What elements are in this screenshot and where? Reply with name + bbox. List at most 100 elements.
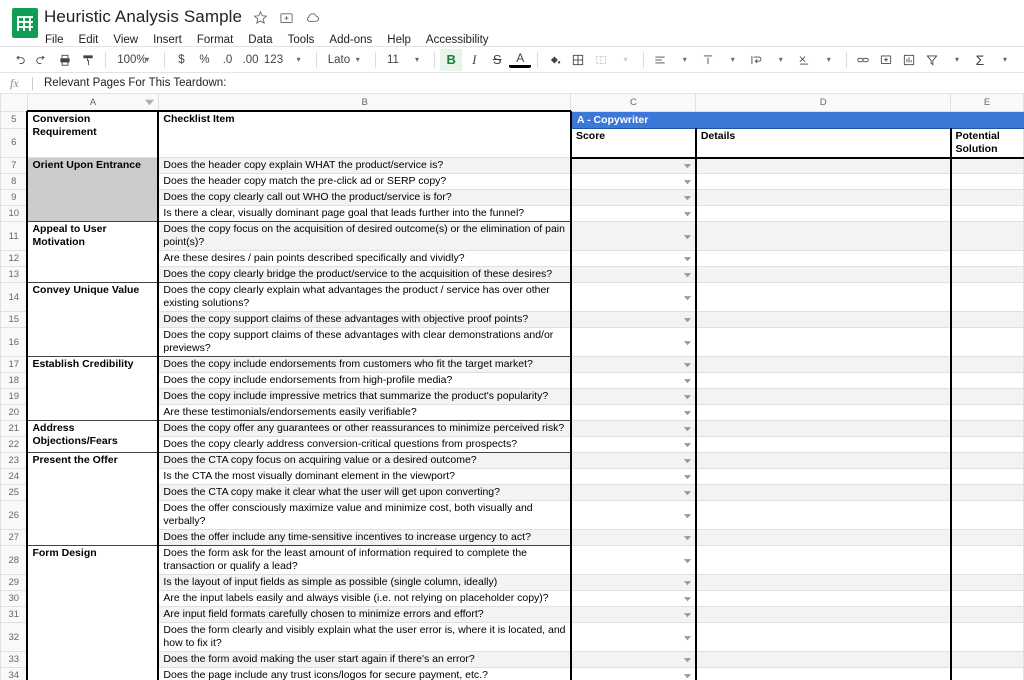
score-cell[interactable]	[570, 420, 697, 437]
menu-accessibility[interactable]: Accessibility	[425, 33, 490, 47]
menu-edit[interactable]: Edit	[78, 33, 100, 47]
table-row[interactable]: 17 Establish Credibility Does the copy i…	[0, 356, 1024, 421]
category-establish-credibility[interactable]: Establish Credibility	[26, 356, 160, 421]
score-cell[interactable]	[570, 189, 697, 206]
header-cell-checklist-item[interactable]: Checklist Item	[158, 110, 572, 158]
dropdown-arrow-icon[interactable]	[683, 360, 693, 370]
details-cell[interactable]	[695, 250, 952, 267]
currency-format-button[interactable]: $	[171, 49, 193, 71]
font-size-chevron-down-icon[interactable]: ▾	[406, 49, 428, 71]
row-header-28[interactable]: 28	[0, 545, 28, 575]
checklist-item[interactable]: Does the offer include any time-sensitiv…	[158, 529, 572, 546]
filter-icon[interactable]	[921, 49, 943, 71]
dropdown-arrow-icon[interactable]	[683, 193, 693, 203]
dropdown-arrow-icon[interactable]	[683, 655, 693, 665]
checklist-item[interactable]: Does the copy offer any guarantees or ot…	[158, 420, 572, 437]
checklist-item[interactable]: Does the copy include endorsements from …	[158, 356, 572, 373]
details-cell[interactable]	[695, 606, 952, 623]
score-cell[interactable]	[570, 452, 697, 469]
spreadsheet-grid[interactable]: A B C D E 5 Conversion Requirement Check…	[0, 94, 1024, 680]
details-cell[interactable]	[695, 420, 952, 437]
checklist-item[interactable]: Does the CTA copy make it clear what the…	[158, 484, 572, 501]
score-cell[interactable]	[570, 484, 697, 501]
checklist-item[interactable]: Does the CTA copy focus on acquiring val…	[158, 452, 572, 469]
checklist-item[interactable]: Are input field formats carefully chosen…	[158, 606, 572, 623]
score-cell[interactable]	[570, 667, 697, 680]
potential-solution-cell[interactable]	[950, 500, 1024, 530]
score-cell[interactable]	[570, 574, 697, 591]
potential-solution-cell[interactable]	[950, 545, 1024, 575]
checklist-item[interactable]: Does the copy clearly address conversion…	[158, 436, 572, 453]
potential-solution-cell[interactable]	[950, 651, 1024, 668]
font-family-select[interactable]: Lato	[322, 49, 350, 71]
chart-icon[interactable]	[898, 49, 920, 71]
column-header-d[interactable]: D	[695, 94, 951, 112]
dropdown-arrow-icon[interactable]	[683, 488, 693, 498]
checklist-item[interactable]: Is there a clear, visually dominant page…	[158, 205, 572, 222]
row-header-30[interactable]: 30	[0, 590, 28, 607]
undo-icon[interactable]	[8, 49, 30, 71]
details-cell[interactable]	[695, 221, 952, 251]
potential-solution-cell[interactable]	[950, 667, 1024, 680]
score-cell[interactable]	[570, 157, 697, 174]
score-cell[interactable]	[570, 266, 697, 283]
potential-solution-cell[interactable]	[950, 404, 1024, 421]
paint-format-icon[interactable]	[77, 49, 99, 71]
checklist-item[interactable]: Is the CTA the most visually dominant el…	[158, 468, 572, 485]
row-header-16[interactable]: 16	[0, 327, 28, 357]
details-cell[interactable]	[695, 500, 952, 530]
dropdown-arrow-icon[interactable]	[683, 555, 693, 565]
dropdown-arrow-icon[interactable]	[683, 177, 693, 187]
font-chevron-down-icon[interactable]: ▾	[347, 49, 369, 71]
details-cell[interactable]	[695, 388, 952, 405]
checklist-item[interactable]: Does the header copy match the pre-click…	[158, 173, 572, 190]
row-header-32[interactable]: 32	[0, 622, 28, 652]
row-header-34[interactable]: 34	[0, 667, 28, 680]
details-cell[interactable]	[695, 651, 952, 668]
table-row[interactable]: 21 Address Objections/Fears Does the cop…	[0, 420, 1024, 453]
details-cell[interactable]	[695, 667, 952, 680]
table-row[interactable]: 11 Appeal to User Motivation Does the co…	[0, 221, 1024, 283]
potential-solution-cell[interactable]	[950, 372, 1024, 389]
row-header-7[interactable]: 7	[0, 157, 28, 174]
details-cell[interactable]	[695, 356, 952, 373]
dropdown-arrow-icon[interactable]	[683, 209, 693, 219]
borders-icon[interactable]	[567, 49, 589, 71]
checklist-item[interactable]: Does the copy support claims of these ad…	[158, 311, 572, 328]
potential-solution-cell[interactable]	[950, 221, 1024, 251]
checklist-item[interactable]: Does the header copy explain WHAT the pr…	[158, 157, 572, 174]
text-rotation-icon[interactable]	[793, 49, 815, 71]
menu-data[interactable]: Data	[247, 33, 273, 47]
column-header-e[interactable]: E	[950, 94, 1024, 112]
checklist-item[interactable]: Does the page include any trust icons/lo…	[158, 667, 572, 680]
row-header-19[interactable]: 19	[0, 388, 28, 405]
rotation-chevron-down-icon[interactable]: ▾	[818, 49, 840, 71]
details-cell[interactable]	[695, 189, 952, 206]
header-cell-score[interactable]: Score	[570, 128, 697, 159]
table-row[interactable]: 5 Conversion Requirement Checklist Item …	[0, 110, 1024, 158]
potential-solution-cell[interactable]	[950, 250, 1024, 267]
details-cell[interactable]	[695, 282, 952, 312]
vertical-align-icon[interactable]	[697, 49, 719, 71]
row-header-6[interactable]: 6	[0, 127, 28, 158]
row-header-17[interactable]: 17	[0, 356, 28, 373]
cloud-saved-icon[interactable]	[304, 9, 320, 25]
row-header-15[interactable]: 15	[0, 311, 28, 328]
dropdown-arrow-icon[interactable]	[683, 510, 693, 520]
score-cell[interactable]	[570, 606, 697, 623]
category-appeal-to-user-motivation[interactable]: Appeal to User Motivation	[26, 221, 160, 283]
filter-chevron-down-icon[interactable]: ▾	[946, 49, 968, 71]
document-title[interactable]: Heuristic Analysis Sample	[44, 7, 242, 27]
dropdown-arrow-icon[interactable]	[683, 632, 693, 642]
print-icon[interactable]	[54, 49, 76, 71]
score-cell[interactable]	[570, 388, 697, 405]
potential-solution-cell[interactable]	[950, 311, 1024, 328]
redo-icon[interactable]	[31, 49, 53, 71]
score-cell[interactable]	[570, 404, 697, 421]
menu-view[interactable]: View	[112, 33, 139, 47]
details-cell[interactable]	[695, 622, 952, 652]
category-orient-upon-entrance[interactable]: Orient Upon Entrance	[26, 157, 160, 222]
halign-chevron-down-icon[interactable]: ▾	[674, 49, 696, 71]
checklist-item[interactable]: Does the copy support claims of these ad…	[158, 327, 572, 357]
potential-solution-cell[interactable]	[950, 266, 1024, 283]
